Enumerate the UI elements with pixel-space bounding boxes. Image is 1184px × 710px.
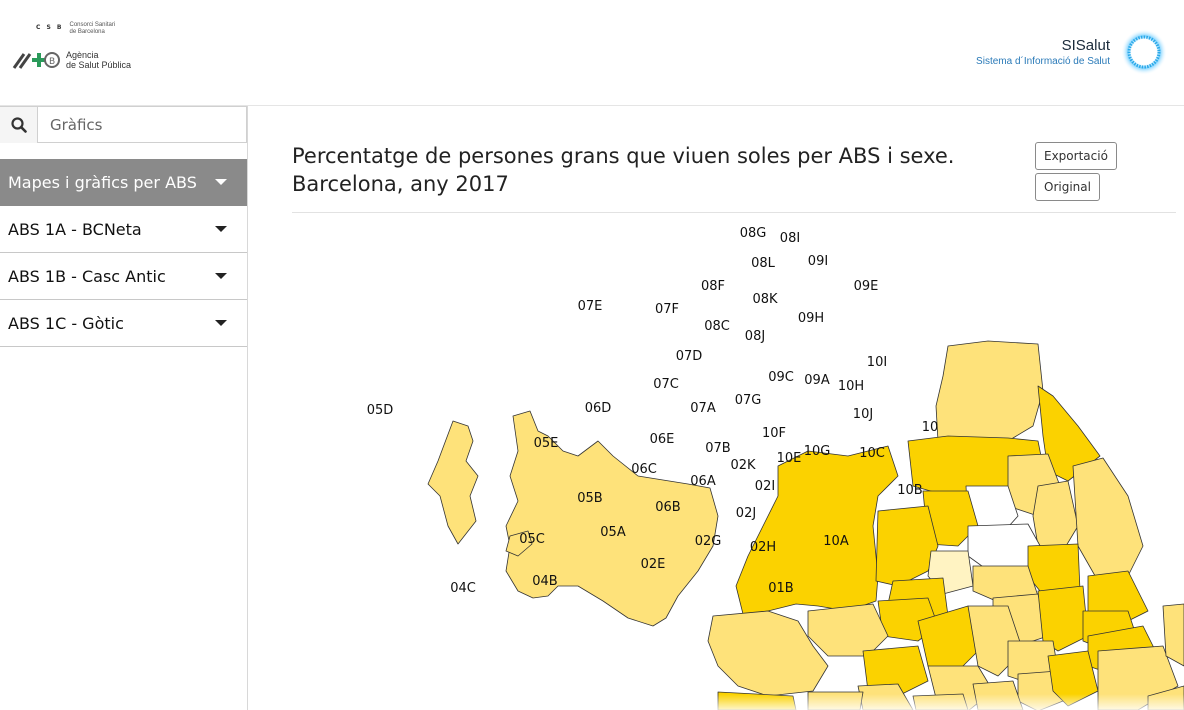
map-label-10E: 10E bbox=[777, 451, 802, 466]
map-label-01B: 01B bbox=[768, 581, 793, 596]
map-region-08H bbox=[935, 340, 1044, 447]
menu-item-label: ABS 1C - Gòtic bbox=[8, 313, 124, 333]
sisalut-subtitle: Sistema d´Informació de Salut bbox=[976, 56, 1110, 67]
map-label-05A: 05A bbox=[600, 525, 626, 540]
caret-down-icon bbox=[215, 179, 227, 185]
sisalut-title: SISalut bbox=[1061, 37, 1110, 54]
menu-item-mapes-grafics[interactable]: Mapes i gràfics per ABS bbox=[0, 159, 247, 206]
map-region-09I bbox=[1032, 480, 1079, 552]
map-label-07B: 07B bbox=[705, 441, 730, 456]
map-label-02E: 02E bbox=[641, 557, 666, 572]
sisalut-sun-icon bbox=[1121, 29, 1167, 75]
map-label-10H: 10H bbox=[838, 379, 864, 394]
sidebar-menu: Mapes i gràfics per ABS ABS 1A - BCNeta … bbox=[0, 159, 247, 347]
map-label-05D: 05D bbox=[367, 403, 394, 418]
map-label-07E: 07E bbox=[578, 299, 603, 314]
map-label-06D: 06D bbox=[585, 401, 612, 416]
csb-name-line1: Consorci Sanitari bbox=[69, 22, 116, 28]
map-label-04C: 04C bbox=[450, 581, 476, 596]
map-label-05E: 05E bbox=[534, 436, 559, 451]
sisalut-logo: SISalut Sistema d´Informació de Salut bbox=[976, 28, 1168, 76]
map-label-08J: 08J bbox=[745, 329, 765, 344]
sidebar: Mapes i gràfics per ABS ABS 1A - BCNeta … bbox=[0, 106, 248, 710]
map-label-06C: 06C bbox=[631, 462, 657, 477]
map-label-02J: 02J bbox=[736, 506, 756, 521]
map-label-08C: 08C bbox=[704, 319, 730, 334]
map-label-07G: 07G bbox=[735, 393, 762, 408]
map-label-09I: 09I bbox=[808, 254, 828, 269]
map-label-02H: 02H bbox=[750, 540, 776, 555]
map-label-02I: 02I bbox=[755, 479, 775, 494]
menu-item-label: ABS 1B - Casc Antic bbox=[8, 266, 166, 286]
map-label-08K: 08K bbox=[752, 292, 778, 307]
aspb-name: Agència de Salut Pública bbox=[66, 50, 131, 70]
menu-item-abs-1b[interactable]: ABS 1B - Casc Antic bbox=[0, 253, 247, 300]
map-label-08L: 08L bbox=[751, 256, 776, 271]
choropleth-map[interactable]: 08H09F08G08I08L09I08F09E07E07F08K08C09H0… bbox=[248, 226, 1184, 710]
map-label-06E: 06E bbox=[650, 432, 675, 447]
title-divider bbox=[292, 212, 1176, 213]
map-label-08I: 08I bbox=[780, 231, 800, 246]
main-content: Percentatge de persones grans que viuen … bbox=[248, 106, 1184, 710]
page-title: Percentatge de persones grans que viuen … bbox=[292, 142, 1012, 198]
map-label-10C: 10C bbox=[859, 446, 885, 461]
bottom-fade bbox=[248, 694, 1184, 710]
map-label-07A: 07A bbox=[690, 401, 716, 416]
map-region-05D-island bbox=[427, 420, 479, 545]
aspb-logo: B Agència de Salut Pública bbox=[12, 50, 131, 70]
map-label-10B: 10B bbox=[897, 483, 922, 498]
map-label-06A: 06A bbox=[690, 474, 716, 489]
svg-text:B: B bbox=[49, 57, 55, 67]
aspb-name-line2: de Salut Pública bbox=[66, 60, 132, 70]
search-icon[interactable] bbox=[0, 107, 38, 143]
map-label-08G: 08G bbox=[740, 226, 767, 241]
map-label-04B: 04B bbox=[532, 574, 557, 589]
aspb-mark-icon: B bbox=[12, 52, 60, 69]
csb-logo: C S B Consorci Sanitari de Barcelona bbox=[36, 22, 115, 36]
map-label-06B: 06B bbox=[655, 500, 680, 515]
map-label-05C: 05C bbox=[519, 532, 545, 547]
map-label-02G: 02G bbox=[695, 534, 722, 549]
map-label-10F: 10F bbox=[762, 426, 786, 441]
map-label-09H: 09H bbox=[798, 311, 824, 326]
map-label-07F: 07F bbox=[655, 302, 679, 317]
map-region-06D bbox=[807, 603, 889, 657]
search-box bbox=[0, 106, 247, 143]
menu-item-label: Mapes i gràfics per ABS bbox=[8, 172, 197, 192]
sisalut-text: SISalut Sistema d´Informació de Salut bbox=[976, 37, 1110, 67]
page-title-line2: Barcelona, any 2017 bbox=[292, 172, 509, 196]
map-region-09E bbox=[1072, 457, 1144, 582]
csb-mark: C S B bbox=[36, 24, 64, 31]
map-label-10: 10 bbox=[922, 420, 939, 435]
csb-name: Consorci Sanitari de Barcelona bbox=[69, 22, 115, 36]
map-label-10A: 10A bbox=[823, 534, 849, 549]
map-label-09A: 09A bbox=[804, 373, 830, 388]
map-label-09E: 09E bbox=[854, 279, 879, 294]
menu-item-abs-1a[interactable]: ABS 1A - BCNeta bbox=[0, 206, 247, 253]
caret-down-icon bbox=[215, 320, 227, 326]
map-label-10G: 10G bbox=[804, 444, 831, 459]
institution-logos: C S B Consorci Sanitari de Barcelona B A… bbox=[12, 20, 152, 80]
map-label-10I: 10I bbox=[867, 355, 887, 370]
map-label-05B: 05B bbox=[577, 491, 602, 506]
map-label-09C: 09C bbox=[768, 370, 794, 385]
map-label-07C: 07C bbox=[653, 377, 679, 392]
menu-item-label: ABS 1A - BCNeta bbox=[8, 219, 142, 239]
magnifier-icon bbox=[10, 117, 27, 133]
menu-item-abs-1c[interactable]: ABS 1C - Gòtic bbox=[0, 300, 247, 347]
map-label-08F: 08F bbox=[701, 279, 725, 294]
search-input[interactable] bbox=[38, 107, 246, 142]
map-region-07E bbox=[735, 445, 899, 615]
map-label-07D: 07D bbox=[676, 349, 703, 364]
export-button[interactable]: Exportació bbox=[1035, 142, 1117, 170]
original-button[interactable]: Original bbox=[1035, 173, 1100, 201]
caret-down-icon bbox=[215, 226, 227, 232]
page-title-line1: Percentatge de persones grans que viuen … bbox=[292, 144, 955, 168]
map-label-10J: 10J bbox=[853, 407, 873, 422]
header: C S B Consorci Sanitari de Barcelona B A… bbox=[0, 0, 1184, 106]
aspb-name-line1: Agència bbox=[66, 50, 99, 60]
csb-name-line2: de Barcelona bbox=[69, 29, 105, 35]
caret-down-icon bbox=[215, 273, 227, 279]
map-label-02K: 02K bbox=[730, 458, 756, 473]
